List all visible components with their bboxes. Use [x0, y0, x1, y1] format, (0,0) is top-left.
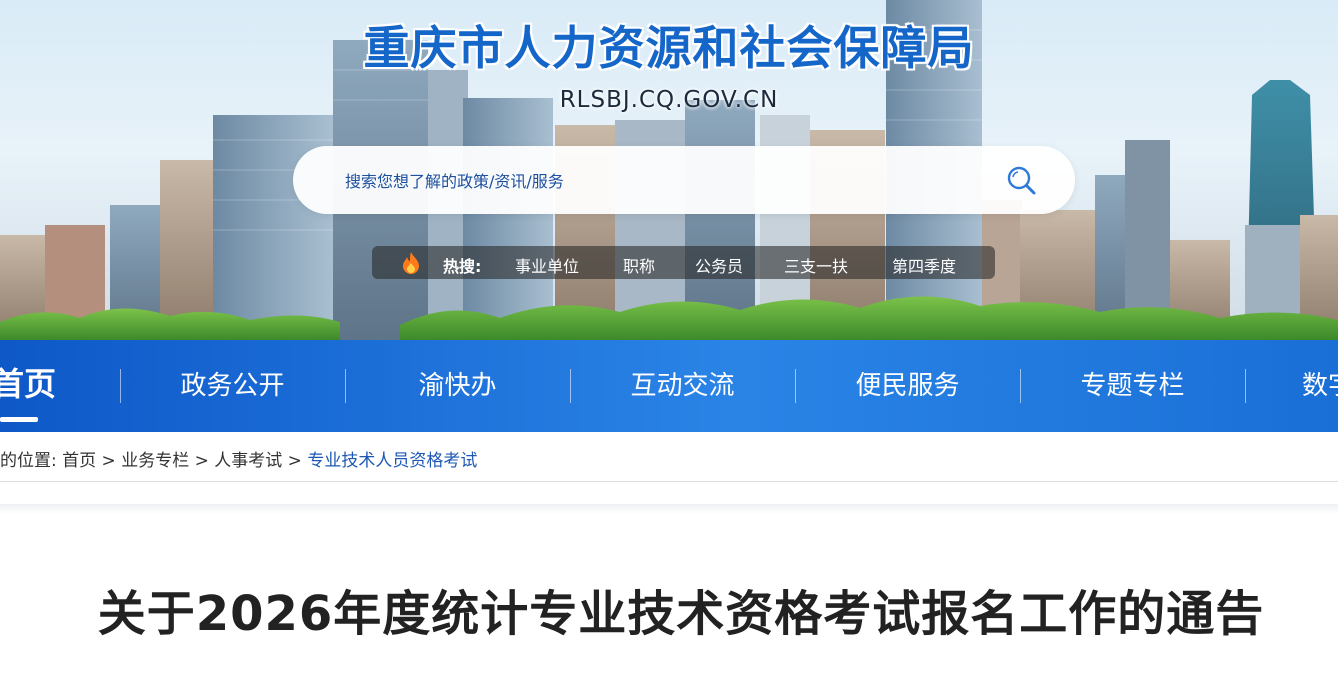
breadcrumb-divider [0, 481, 1338, 482]
search-icon[interactable] [1005, 164, 1039, 198]
nav-item-services[interactable]: 便民服务 [795, 340, 1020, 432]
content-top-shadow [0, 504, 1338, 514]
active-tab-indicator [0, 417, 38, 422]
flame-icon [400, 251, 422, 275]
breadcrumb-separator: > [287, 451, 302, 471]
breadcrumb-prefix: 的位置: [0, 451, 57, 471]
header-banner: 重庆市人力资源和社会保障局 RLSBJ.CQ.GOV.CN 热搜: 事业单位 职… [0, 0, 1338, 340]
search-box [293, 146, 1075, 214]
hot-search-item[interactable]: 三支一扶 [784, 253, 848, 277]
nav-item-yukuaiban[interactable]: 渝快办 [345, 340, 570, 432]
breadcrumb-link-exam[interactable]: 人事考试 [214, 446, 282, 471]
article-title: 关于2026年度统计专业技术资格考试报名工作的通告 [97, 586, 1265, 642]
nav-item-digital[interactable]: 数字 [1245, 340, 1338, 432]
site-domain: RLSBJ.CQ.GOV.CN [559, 87, 779, 113]
hot-search-item[interactable]: 公务员 [695, 253, 743, 277]
search-input[interactable] [343, 166, 987, 196]
main-nav: 首页 政务公开 渝快办 互动交流 便民服务 专题专栏 数字 [0, 340, 1338, 432]
hot-search-item[interactable]: 第四季度 [892, 253, 956, 277]
breadcrumb: 的位置: 首页 > 业务专栏 > 人事考试 > 专业技术人员资格考试 [0, 446, 477, 472]
hot-search-bar: 热搜: 事业单位 职称 公务员 三支一扶 第四季度 [372, 246, 995, 279]
nav-item-topics[interactable]: 专题专栏 [1020, 340, 1245, 432]
breadcrumb-separator: > [101, 451, 116, 471]
hot-search-item[interactable]: 职称 [623, 253, 655, 277]
hot-search-item[interactable]: 事业单位 [515, 253, 579, 277]
breadcrumb-current[interactable]: 专业技术人员资格考试 [307, 446, 477, 471]
breadcrumb-separator: > [194, 451, 209, 471]
nav-item-gov-affairs[interactable]: 政务公开 [120, 340, 345, 432]
nav-item-interaction[interactable]: 互动交流 [570, 340, 795, 432]
hot-search-label: 热搜: [443, 257, 482, 276]
site-title: 重庆市人力资源和社会保障局 [363, 21, 975, 75]
breadcrumb-link-business[interactable]: 业务专栏 [121, 446, 189, 471]
breadcrumb-link-home[interactable]: 首页 [62, 446, 96, 471]
